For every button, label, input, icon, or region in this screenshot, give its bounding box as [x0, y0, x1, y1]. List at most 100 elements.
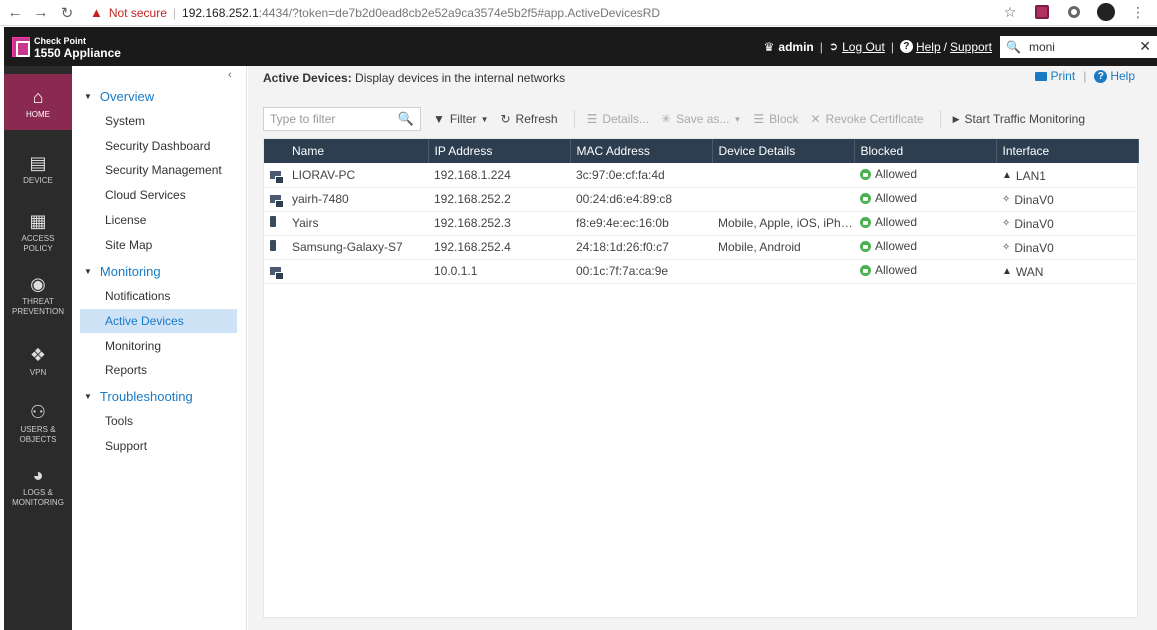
printer-icon: [1034, 71, 1047, 81]
start-traffic-monitoring-button[interactable]: ▶ Start Traffic Monitoring: [953, 112, 1085, 126]
tree-item-reports[interactable]: Reports: [80, 358, 237, 382]
revoke-certificate-button[interactable]: ✕ Revoke Certificate: [811, 112, 924, 126]
back-icon[interactable]: ←: [4, 2, 26, 24]
tree-section-troubleshooting[interactable]: ▼ Troubleshooting: [84, 389, 193, 404]
filter-field[interactable]: 🔍: [263, 107, 421, 131]
security-label: Not secure: [108, 5, 167, 20]
page-title-bold: Active Devices:: [263, 71, 352, 85]
nav-home[interactable]: ⌂ HOME: [4, 74, 72, 130]
cell-ip: 192.168.252.2: [434, 192, 511, 206]
search-icon: 🔍: [397, 111, 414, 126]
user-menu[interactable]: ♛ admin: [764, 40, 814, 54]
table-row[interactable]: Yairs 192.168.252.3 f8:e9:4e:ec:16:0b Mo…: [264, 211, 1138, 235]
tree-item-cloud-services[interactable]: Cloud Services: [80, 183, 237, 207]
cell-interface: ✧ DinaV0: [996, 187, 1138, 211]
details-button[interactable]: ☰ Details...: [587, 112, 649, 126]
table-row[interactable]: yairh-7480 192.168.252.2 00:24:d6:e4:89:…: [264, 187, 1138, 211]
cell-interface: ✧ DinaV0: [996, 211, 1138, 235]
tree-item-security-management[interactable]: Security Management: [80, 158, 237, 182]
wifi-antenna-icon: ✧: [1002, 242, 1011, 254]
address-bar[interactable]: ▲ Not secure | 192.168.252.1 :4434/?toke…: [90, 2, 660, 24]
cell-mac: f8:e9:4e:ec:16:0b: [576, 216, 669, 230]
tree-item-system[interactable]: System: [80, 109, 237, 133]
users-icon: ⚇: [29, 402, 47, 422]
filter-input[interactable]: [270, 112, 398, 126]
details-icon: ☰: [586, 112, 598, 126]
reload-icon[interactable]: ↻: [56, 2, 78, 24]
column-header-interface[interactable]: Interface: [996, 139, 1139, 163]
cell-details: [712, 187, 854, 211]
column-header-blocked[interactable]: Blocked: [854, 139, 997, 163]
nav-logs-monitoring[interactable]: ◕ LOGS & MONITORING: [4, 466, 72, 512]
start-traffic-monitoring-label: Start Traffic Monitoring: [964, 112, 1086, 126]
help-icon: ?: [1094, 69, 1108, 83]
bookmark-star-icon[interactable]: ☆: [1001, 3, 1019, 21]
devices-table: Name IP Address MAC Address Device Detai…: [264, 139, 1139, 284]
collapse-nav-icon[interactable]: ‹: [228, 69, 232, 81]
cell-blocked: Allowed: [854, 211, 996, 235]
interface-name: LAN1: [1015, 168, 1046, 183]
toolbar-separator: [573, 110, 575, 128]
profile-avatar-icon[interactable]: [1097, 3, 1115, 21]
print-link[interactable]: Print: [1051, 69, 1076, 83]
column-header-name[interactable]: Name: [286, 139, 429, 163]
global-search[interactable]: 🔍 moni ✕: [1000, 35, 1157, 58]
page-actions-separator: |: [1083, 69, 1087, 83]
tree-section-overview-label: Overview: [99, 89, 155, 104]
table-row[interactable]: LIORAV-PC 192.168.1.224 3c:97:0e:cf:fa:4…: [264, 163, 1138, 187]
logout-link[interactable]: Log Out: [842, 40, 885, 54]
tree-item-support[interactable]: Support: [80, 434, 237, 458]
block-button[interactable]: ☰ Block: [753, 112, 798, 126]
cell-interface: ✧ DinaV0: [996, 235, 1138, 259]
revoke-certificate-label: Revoke Certificate: [825, 112, 924, 126]
tree-item-tools[interactable]: Tools: [80, 409, 237, 433]
table-row[interactable]: Samsung-Galaxy-S7 192.168.252.4 24:18:1d…: [264, 235, 1138, 259]
refresh-button[interactable]: ↻ Refresh: [500, 112, 557, 126]
nav-device[interactable]: ▤ DEVICE: [4, 154, 72, 194]
extension-icon[interactable]: [1033, 3, 1051, 21]
forward-icon[interactable]: →: [30, 2, 52, 24]
table-row[interactable]: 10.0.1.1 00:1c:7f:7a:ca:9e Allowed ▲ WAN: [264, 259, 1138, 283]
tree-item-license[interactable]: License: [80, 208, 237, 232]
nav-access-policy[interactable]: ▦ ACCESS POLICY: [4, 212, 72, 258]
filter-button[interactable]: ▼ Filter ▼: [433, 112, 488, 126]
caret-down-icon: ▼: [84, 392, 92, 401]
tree-item-active-devices[interactable]: Active Devices: [80, 309, 237, 333]
allowed-lock-icon: [860, 216, 871, 228]
tree-item-notifications[interactable]: Notifications: [80, 284, 237, 308]
page-help-link[interactable]: Help: [1110, 69, 1135, 83]
interface-name: DinaV0: [1014, 216, 1054, 231]
tree-section-monitoring-label: Monitoring: [99, 264, 161, 279]
cell-name: Samsung-Galaxy-S7: [292, 240, 403, 254]
chevron-down-icon: ▼: [733, 114, 742, 124]
nav-vpn[interactable]: ❖ VPN: [4, 346, 72, 382]
tree-item-site-map[interactable]: Site Map: [80, 233, 237, 257]
nav-logs-label1: LOGS &: [23, 488, 53, 497]
column-header-mac-address[interactable]: MAC Address: [570, 139, 713, 163]
search-input[interactable]: moni: [1029, 40, 1139, 54]
column-header-device-details[interactable]: Device Details: [712, 139, 855, 163]
column-header-ip-address[interactable]: IP Address: [428, 139, 571, 163]
nav-users-objects[interactable]: ⚇ USERS & OBJECTS: [4, 403, 72, 449]
interface-name: DinaV0: [1014, 192, 1054, 207]
cell-name: LIORAV-PC: [292, 167, 356, 182]
tree-section-monitoring[interactable]: ▼ Monitoring: [84, 264, 161, 279]
nav-vpn-label: VPN: [29, 368, 47, 377]
main-nav: ⌂ HOME ▤ DEVICE ▦ ACCESS POLICY ◉ THREAT…: [4, 66, 72, 630]
save-as-button[interactable]: ✳ Save as... ▼: [661, 112, 741, 126]
support-link[interactable]: Support: [950, 40, 992, 54]
funnel-icon: ▼: [433, 112, 445, 126]
tree-item-security-dashboard[interactable]: Security Dashboard: [80, 134, 237, 158]
cell-details: Mobile, Android: [718, 240, 801, 254]
tree-section-overview[interactable]: ▼ Overview: [84, 89, 154, 104]
extension-circle-icon[interactable]: [1065, 3, 1083, 21]
clear-search-icon[interactable]: ✕: [1139, 38, 1151, 55]
help-link[interactable]: Help: [916, 40, 941, 54]
nav-threat-prevention[interactable]: ◉ THREAT PREVENTION: [4, 275, 72, 321]
cell-blocked: Allowed: [854, 259, 996, 283]
allowed-lock-icon: [860, 192, 871, 204]
vpn-icon: ❖: [29, 345, 47, 365]
browser-menu-icon[interactable]: ⋮: [1129, 3, 1147, 21]
tree-item-monitoring[interactable]: Monitoring: [80, 334, 237, 358]
address-separator: |: [172, 5, 177, 20]
